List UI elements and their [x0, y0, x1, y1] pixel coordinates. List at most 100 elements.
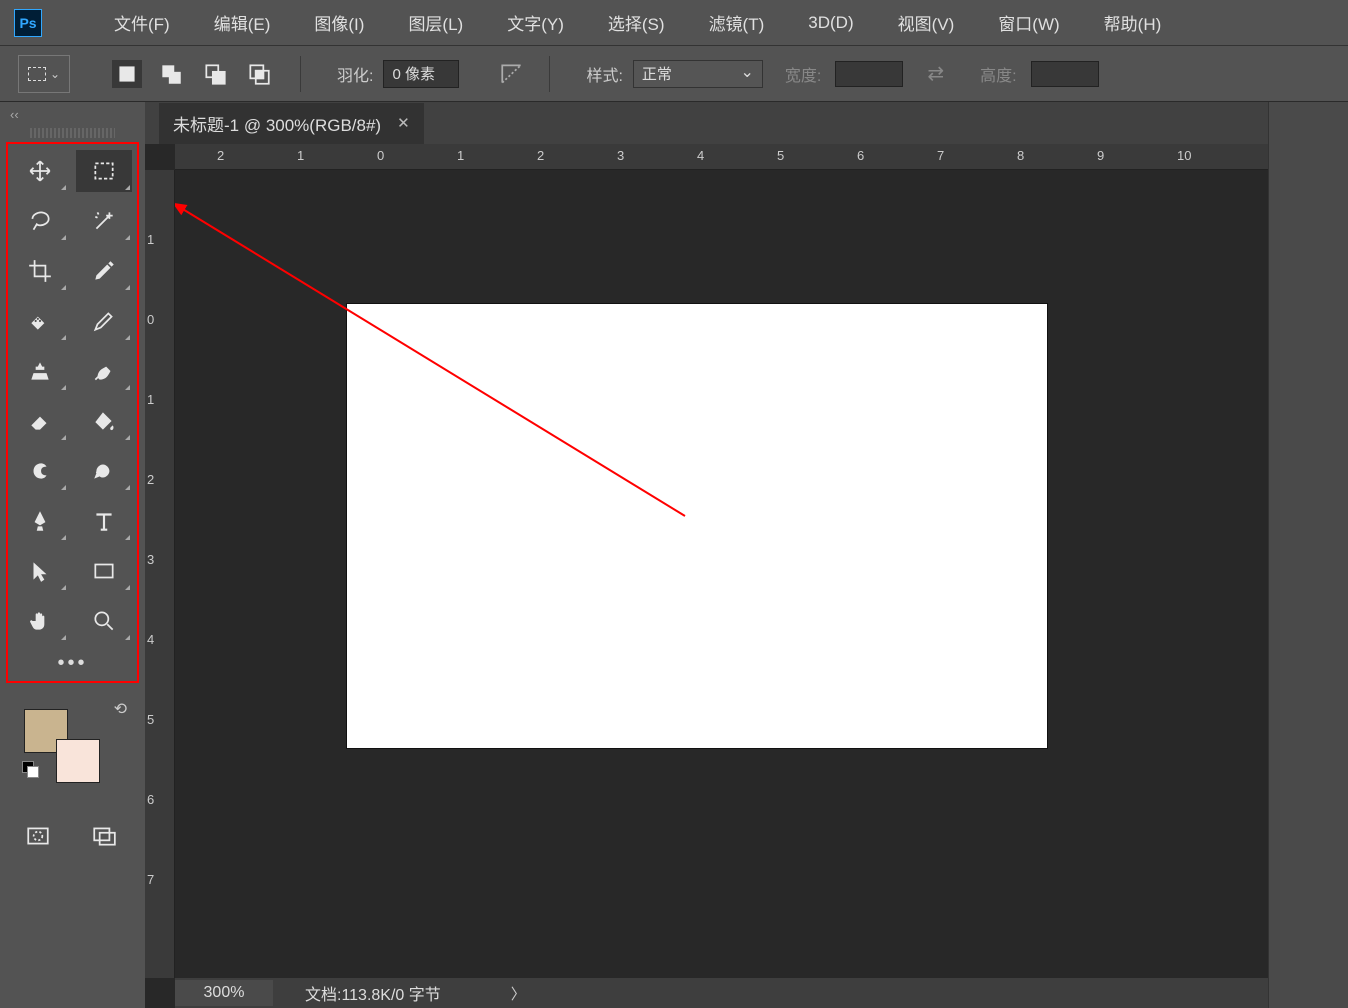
clone-stamp-tool[interactable]	[12, 350, 68, 392]
document-area: 未标题-1 @ 300%(RGB/8#) ✕ 2 1 0 1 2 3 4 5 6…	[145, 102, 1268, 1008]
selection-add-button[interactable]	[156, 60, 186, 88]
ruler-tick: 1	[297, 148, 304, 163]
type-tool[interactable]	[76, 500, 132, 542]
selection-subtract-button[interactable]	[200, 60, 230, 88]
left-column: ‹‹ ••• ⟲	[0, 102, 145, 1008]
height-input	[1031, 61, 1099, 87]
tab-bar: 未标题-1 @ 300%(RGB/8#) ✕	[145, 102, 1268, 144]
canvas-viewport[interactable]	[175, 170, 1268, 978]
background-color[interactable]	[56, 739, 100, 783]
ruler-tick: 9	[1097, 148, 1104, 163]
rectangle-shape-tool[interactable]	[76, 550, 132, 592]
menu-image[interactable]: 图像(I)	[292, 10, 386, 35]
style-label: 样式:	[586, 62, 622, 86]
ruler-tick: 6	[857, 148, 864, 163]
canvas[interactable]	[347, 304, 1047, 748]
history-brush-tool[interactable]	[76, 350, 132, 392]
right-panels[interactable]	[1268, 102, 1348, 1008]
ruler-tick: 0	[377, 148, 384, 163]
hand-tool[interactable]	[12, 600, 68, 642]
menu-help[interactable]: 帮助(H)	[1082, 10, 1184, 35]
menu-3d[interactable]: 3D(D)	[786, 13, 875, 33]
ruler-tick: 2	[537, 148, 544, 163]
menu-view[interactable]: 视图(V)	[876, 10, 977, 35]
feather-input[interactable]	[383, 60, 459, 88]
height-label: 高度:	[980, 62, 1016, 86]
ruler-vertical[interactable]: 1 0 1 2 3 4 5 6 7	[145, 170, 175, 978]
default-colors-icon[interactable]	[22, 761, 38, 777]
feather-label: 羽化:	[337, 62, 373, 86]
options-bar: ⌄ 羽化: 样式: 正常 宽度: ⇄ 高度:	[0, 46, 1348, 102]
style-select[interactable]: 正常	[633, 60, 763, 88]
ruler-tick: 1	[147, 232, 154, 247]
paint-bucket-tool[interactable]	[76, 400, 132, 442]
zoom-level[interactable]: 300%	[175, 980, 273, 1006]
ruler-tick: 7	[937, 148, 944, 163]
toolbox: •••	[6, 142, 139, 683]
marquee-icon	[28, 67, 46, 81]
ruler-tick: 2	[217, 148, 224, 163]
ruler-tick: 1	[147, 392, 154, 407]
app-logo: Ps	[14, 9, 42, 37]
menu-edit[interactable]: 编辑(E)	[192, 10, 293, 35]
dodge-tool[interactable]	[76, 450, 132, 492]
ruler-tick: 4	[697, 148, 704, 163]
healing-brush-tool[interactable]	[12, 300, 68, 342]
ruler-tick: 0	[147, 312, 154, 327]
ruler-tick: 1	[457, 148, 464, 163]
menu-type[interactable]: 文字(Y)	[485, 10, 586, 35]
selection-new-button[interactable]	[112, 60, 142, 88]
menu-select[interactable]: 选择(S)	[586, 10, 687, 35]
eyedropper-tool[interactable]	[76, 250, 132, 292]
separator	[300, 56, 301, 92]
menu-file[interactable]: 文件(F)	[92, 10, 192, 35]
menu-layer[interactable]: 图层(L)	[386, 10, 485, 35]
separator	[549, 56, 550, 92]
doc-info[interactable]: 文档:113.8K/0 字节	[305, 981, 441, 1005]
menu-window[interactable]: 窗口(W)	[976, 10, 1081, 35]
width-input	[835, 61, 903, 87]
pencil-tool[interactable]	[76, 300, 132, 342]
quick-mask-button[interactable]	[20, 821, 56, 851]
ruler-tick: 2	[147, 472, 154, 487]
screen-mode-button[interactable]	[86, 821, 122, 851]
width-label: 宽度:	[785, 62, 821, 86]
antialias-icon[interactable]	[499, 61, 525, 87]
eraser-tool[interactable]	[12, 400, 68, 442]
ruler-tick: 4	[147, 632, 154, 647]
ruler-horizontal[interactable]: 2 1 0 1 2 3 4 5 6 7 8 9 10	[175, 144, 1268, 170]
ruler-tick: 8	[1017, 148, 1024, 163]
ruler-tick: 3	[617, 148, 624, 163]
zoom-tool[interactable]	[76, 600, 132, 642]
smudge-tool[interactable]	[12, 450, 68, 492]
ruler-tick: 7	[147, 872, 154, 887]
ruler-tick: 5	[777, 148, 784, 163]
panel-grip[interactable]	[30, 128, 115, 138]
pen-tool[interactable]	[12, 500, 68, 542]
path-selection-tool[interactable]	[12, 550, 68, 592]
tab-close-icon[interactable]: ✕	[397, 114, 410, 132]
marquee-tool[interactable]	[76, 150, 132, 192]
tab-title: 未标题-1 @ 300%(RGB/8#)	[173, 111, 381, 136]
tool-preset-button[interactable]: ⌄	[18, 55, 70, 93]
magic-wand-tool[interactable]	[76, 200, 132, 242]
menu-bar: Ps 文件(F) 编辑(E) 图像(I) 图层(L) 文字(Y) 选择(S) 滤…	[0, 0, 1348, 46]
ruler-tick: 3	[147, 552, 154, 567]
move-tool[interactable]	[12, 150, 68, 192]
selection-intersect-button[interactable]	[244, 60, 274, 88]
menu-filter[interactable]: 滤镜(T)	[687, 10, 787, 35]
ruler-tick: 5	[147, 712, 154, 727]
collapse-toggle[interactable]: ‹‹	[0, 102, 145, 126]
ruler-tick: 10	[1177, 148, 1191, 163]
swap-wh-icon: ⇄	[927, 61, 944, 86]
document-tab[interactable]: 未标题-1 @ 300%(RGB/8#) ✕	[159, 103, 424, 144]
ruler-tick: 6	[147, 792, 154, 807]
doc-info-menu-icon[interactable]: 〉	[511, 983, 526, 1004]
color-swatch-area: ⟲	[0, 703, 145, 803]
lasso-tool[interactable]	[12, 200, 68, 242]
swap-colors-icon[interactable]: ⟲	[114, 699, 127, 719]
status-bar: 300% 文档:113.8K/0 字节 〉	[175, 978, 1268, 1008]
more-tools-icon[interactable]: •••	[12, 650, 133, 675]
chevron-down-icon: ⌄	[50, 67, 60, 81]
crop-tool[interactable]	[12, 250, 68, 292]
